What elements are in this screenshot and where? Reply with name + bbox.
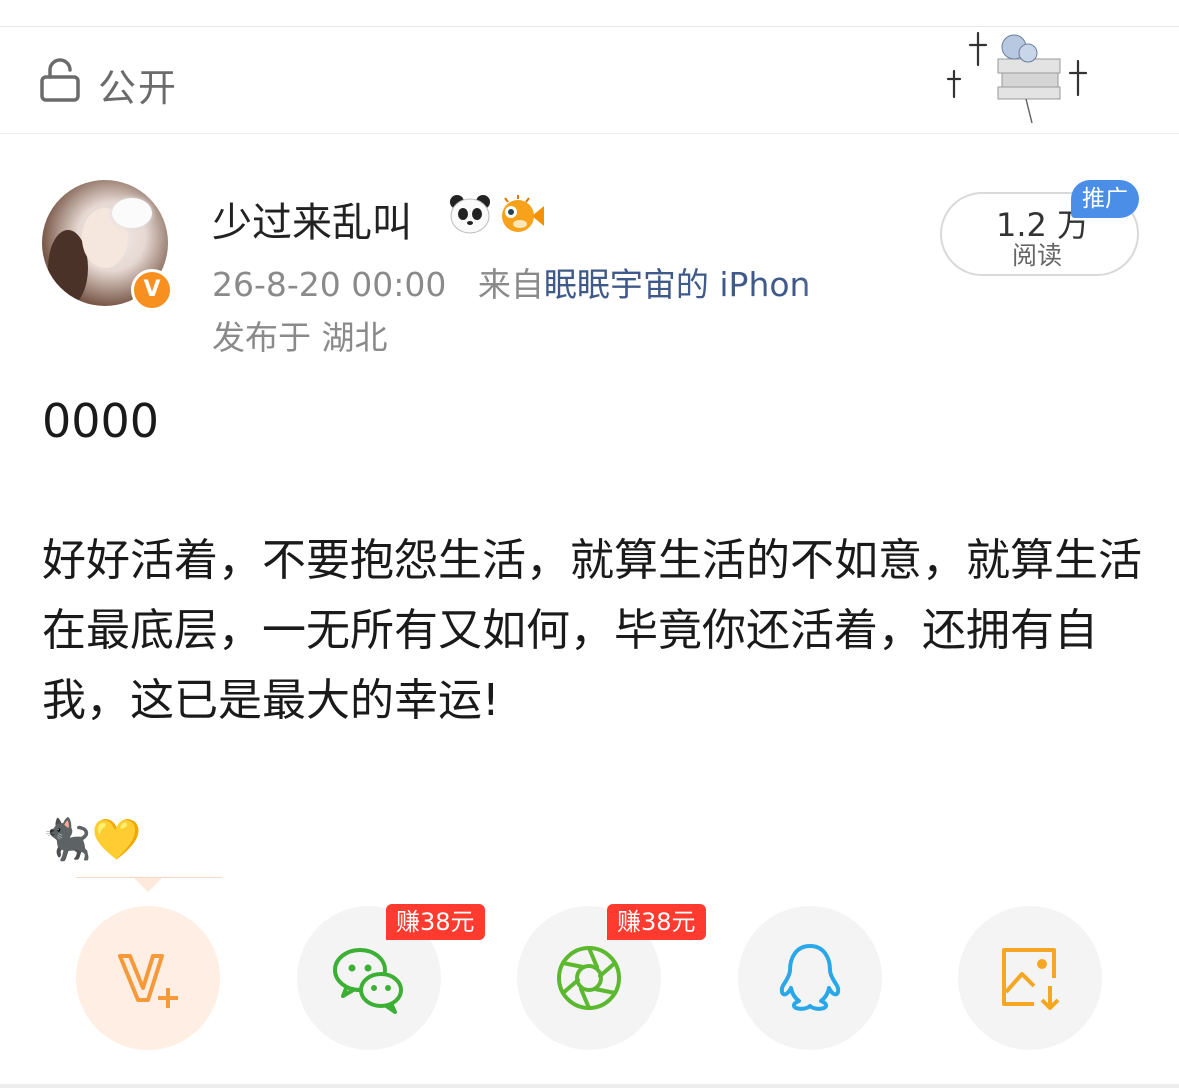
read-label: 阅读 <box>1012 241 1063 270</box>
post-source-link[interactable]: 眠眠宇宙的 iPhon <box>544 265 811 304</box>
visibility-label: 公开 <box>98 66 179 110</box>
post-meta: 26-8-20 00:00 来自眠眠宇宙的 iPhon <box>212 258 872 306</box>
wechat-reward-badge: 赚38元 <box>386 904 485 940</box>
source-prefix: 来自 <box>477 265 544 304</box>
promo-tag[interactable]: 推广 <box>1071 180 1139 218</box>
decoration-sticker <box>946 31 1088 124</box>
post-timestamp: 26-8-20 00:00 <box>212 265 447 304</box>
moments-reward-badge: 赚38元 <box>607 904 706 940</box>
username[interactable]: 少过来乱叫 <box>212 190 412 248</box>
tooltip-arrow <box>134 878 162 892</box>
lock-icon <box>40 58 80 102</box>
qq-icon <box>779 944 841 1011</box>
moments-icon <box>557 946 621 1010</box>
bottom-divider <box>0 1084 1179 1088</box>
v-plus-icon <box>118 954 178 1008</box>
wechat-icon <box>333 948 403 1014</box>
v-plus-button[interactable] <box>76 906 220 1050</box>
pufferfish-icon <box>502 195 544 232</box>
visibility-bar[interactable]: 公开 <box>0 27 1179 134</box>
post-emoji: 🐈‍⬛💛 <box>42 817 142 863</box>
vip-badge: V <box>131 269 173 311</box>
post-title: 0000 <box>42 394 160 448</box>
post-body: 好好活着，不要抱怨生活，就算生活的不如意，就算生活在最底层，一无所有又如何，毕竟… <box>42 535 1142 726</box>
post-location: 发布于 湖北 <box>212 318 388 357</box>
panda-icon <box>450 195 490 234</box>
save-image-icon <box>1002 948 1060 1010</box>
share-qq-button[interactable] <box>738 906 882 1050</box>
save-image-button[interactable] <box>958 906 1102 1050</box>
top-divider <box>0 0 1179 27</box>
